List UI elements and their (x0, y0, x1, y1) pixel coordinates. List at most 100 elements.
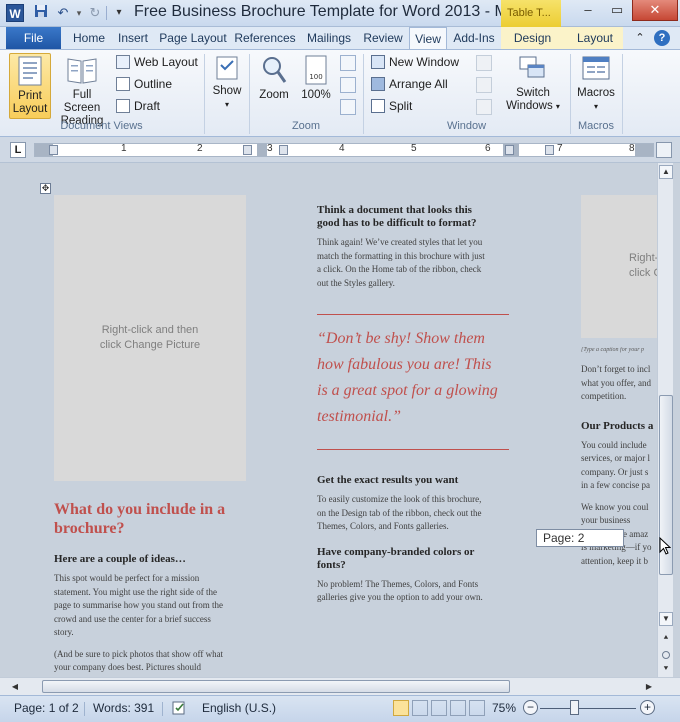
left-body-line: This spot would be perfect for a mission (54, 573, 200, 583)
column-marker[interactable] (545, 145, 554, 155)
indent-marker[interactable] (49, 145, 58, 155)
switch-windows-label-2: Windows (506, 100, 553, 112)
left-picture-placeholder[interactable]: Right-click and then click Change Pictur… (54, 195, 246, 481)
previous-page-icon[interactable]: ⯅ (659, 632, 673, 646)
right-heading: Our Products a (581, 419, 654, 432)
vertical-scrollbar[interactable]: ▲ ▼ ⯅ ⯆ (657, 163, 673, 677)
customize-qat-icon[interactable]: ▾ (110, 4, 128, 22)
tab-view[interactable]: View (409, 27, 447, 50)
zoom-100-button[interactable]: 100 100% (298, 53, 334, 119)
right-picture-placeholder[interactable]: Right- click C (581, 195, 657, 338)
document-area[interactable]: ✥ Right-click and then click Change Pict… (0, 163, 657, 677)
language-status[interactable]: English (U.S.) (202, 701, 276, 715)
help-icon[interactable]: ? (654, 30, 670, 46)
quote-line: is a great spot for a glowing (317, 382, 498, 399)
tab-page-layout[interactable]: Page Layout (156, 27, 230, 49)
reset-window-position-icon[interactable] (476, 99, 492, 115)
tab-insert[interactable]: Insert (112, 27, 154, 49)
column-marker[interactable] (243, 145, 252, 155)
new-window-icon (371, 55, 385, 69)
tab-mailings[interactable]: Mailings (300, 27, 358, 49)
full-screen-reading-button[interactable]: Full Screen Reading (53, 53, 111, 127)
draft-view-icon[interactable] (469, 700, 485, 716)
horizontal-scrollbar[interactable]: ◀ ▶ (0, 677, 680, 695)
arrange-all-button[interactable]: Arrange All (371, 75, 448, 93)
tab-file[interactable]: File (6, 27, 61, 49)
scroll-left-icon[interactable]: ◀ (8, 680, 22, 694)
word-logo-icon[interactable]: W (6, 4, 24, 22)
zoom-slider-track[interactable] (540, 708, 636, 709)
select-browse-object-icon[interactable] (662, 651, 670, 659)
zoom-button[interactable]: Zoom (254, 53, 294, 119)
web-layout-view-icon[interactable] (431, 700, 447, 716)
print-layout-view-icon[interactable] (393, 700, 409, 716)
group-separator (204, 54, 205, 134)
full-screen-reading-icon (67, 58, 97, 84)
save-icon[interactable] (32, 4, 50, 22)
center-heading-2: Get the exact results you want (317, 474, 459, 486)
right-body-2-line: You could include (581, 439, 647, 450)
zoom-slider-thumb[interactable] (570, 700, 579, 715)
web-layout-button[interactable]: Web Layout (116, 53, 198, 71)
minimize-ribbon-icon[interactable]: ⌃ (632, 30, 648, 46)
close-button[interactable]: ✕ (632, 0, 678, 21)
synchronous-scrolling-icon[interactable] (476, 77, 492, 93)
tab-review[interactable]: Review (360, 27, 406, 49)
quote-line: how fabulous you are! This (317, 356, 492, 373)
table-move-handle-icon[interactable]: ✥ (40, 183, 51, 194)
right-picture-text-2: click C (629, 267, 657, 279)
tab-design[interactable]: Design (505, 27, 560, 49)
draft-button[interactable]: Draft (116, 97, 160, 115)
show-button[interactable]: Show ▾ (209, 53, 245, 119)
scroll-down-icon[interactable]: ▼ (659, 612, 673, 626)
tab-add-ins[interactable]: Add-Ins (449, 27, 499, 49)
tab-layout[interactable]: Layout (568, 27, 622, 49)
scroll-up-icon[interactable]: ▲ (659, 165, 673, 179)
left-body-line: story. (54, 627, 74, 637)
outline-icon (116, 77, 130, 91)
word-count-status[interactable]: Words: 391 (93, 701, 154, 715)
macros-dropdown-icon: ▾ (593, 102, 598, 111)
left-body-2-line: (And be sure to pick photos that show of… (54, 648, 224, 659)
zoom-in-icon[interactable]: + (640, 700, 655, 715)
center-column: Think a document that looks this good ha… (317, 204, 517, 290)
zoom-level-status[interactable]: 75% (492, 701, 516, 715)
center-body-1-line: Think again! We’ve created styles that l… (317, 237, 483, 247)
outline-view-icon[interactable] (450, 700, 466, 716)
horizontal-ruler[interactable]: 1 2 3 4 5 6 7 8 (34, 143, 654, 157)
split-button[interactable]: Split (371, 97, 412, 115)
redo-icon[interactable]: ↻ (86, 4, 104, 22)
tab-references[interactable]: References (232, 27, 298, 49)
horizontal-scroll-thumb[interactable] (42, 680, 510, 693)
switch-windows-label-1: Switch (516, 87, 550, 99)
column-marker[interactable] (505, 145, 514, 155)
view-side-by-side-icon[interactable] (476, 55, 492, 71)
right-body-1-line: competition. (581, 391, 627, 401)
print-layout-icon (18, 56, 42, 86)
switch-windows-button[interactable]: Switch Windows ▾ (502, 53, 564, 119)
ruler-number: 8 (629, 143, 635, 154)
zoom-out-icon[interactable]: − (523, 700, 538, 715)
page-count-status[interactable]: Page: 1 of 2 (14, 701, 79, 715)
tab-home[interactable]: Home (68, 27, 110, 49)
split-icon (371, 99, 385, 113)
one-page-icon[interactable] (340, 55, 356, 71)
view-ruler-icon[interactable] (656, 142, 672, 158)
ruler-number: 4 (339, 143, 345, 154)
page-width-icon[interactable] (340, 99, 356, 115)
full-screen-reading-view-icon[interactable] (412, 700, 428, 716)
next-page-icon[interactable]: ⯆ (659, 663, 673, 677)
macros-button[interactable]: Macros ▾ (575, 53, 617, 119)
new-window-button[interactable]: New Window (371, 53, 459, 71)
two-pages-icon[interactable] (340, 77, 356, 93)
proofing-icon[interactable] (172, 701, 188, 718)
outline-button[interactable]: Outline (116, 75, 172, 93)
mouse-cursor-icon (659, 536, 672, 560)
column-marker[interactable] (279, 145, 288, 155)
switch-windows-dropdown-icon: ▾ (555, 102, 560, 111)
scroll-right-icon[interactable]: ▶ (642, 680, 656, 694)
tab-selector-icon[interactable]: L (10, 142, 26, 158)
minimize-button[interactable]: – (573, 0, 603, 21)
print-layout-button[interactable]: Print Layout (9, 53, 51, 119)
maximize-button[interactable]: ▭ (603, 0, 631, 21)
